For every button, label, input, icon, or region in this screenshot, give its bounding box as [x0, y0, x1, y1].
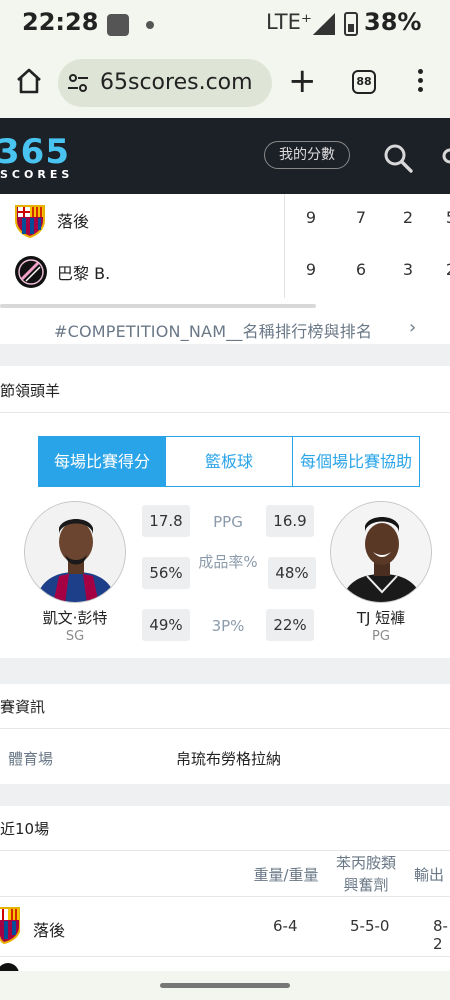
section-title: 近10場 — [0, 820, 50, 838]
browser-toolbar: 65scores.com + 88 — [0, 48, 450, 118]
stat-cell: 3 — [402, 260, 414, 279]
search-icon[interactable] — [382, 142, 414, 174]
column-header: 苯丙胺類興奮劑 — [335, 854, 396, 894]
left-stat-3p: 49% — [142, 609, 190, 641]
site-settings-icon[interactable] — [66, 71, 90, 95]
stat-cell: 8-2 — [433, 917, 448, 953]
site-header: 365 SCORES 我的分數 — [0, 118, 450, 194]
status-bar: 22:28 LTE⁺ 38% — [0, 0, 450, 48]
stat-cell: 5 — [436, 208, 450, 227]
last-10-games-card: 近10場 重量/重量 苯丙胺類興奮劑 輸出 落後 6-4 5-5-0 8-2 — [0, 806, 450, 971]
left-stat-ppg: 17.8 — [142, 505, 190, 537]
player-photo — [331, 502, 431, 602]
right-player-position: PG — [372, 629, 390, 644]
battery-percent: 38% — [364, 8, 422, 36]
column-header: 重量/重量 — [253, 866, 319, 884]
divider — [0, 850, 450, 851]
team-name[interactable]: 落後 — [33, 917, 65, 941]
table-row[interactable]: 巴黎 B. 9 6 3 2 — [0, 246, 450, 298]
player-avatar[interactable] — [24, 501, 126, 603]
left-stat-fg: 56% — [142, 557, 190, 589]
divider — [284, 246, 285, 298]
standings-table: 落後 9 7 2 5 巴黎 B. 9 6 3 2 — [0, 194, 450, 314]
right-player-name[interactable]: TJ 短褲 — [321, 607, 441, 628]
stat-cell: 9 — [305, 260, 317, 279]
competition-standings-link[interactable]: #COMPETITION_NAM__名稱排行榜與排名 › — [0, 314, 450, 344]
my-scores-button[interactable]: 我的分數 — [264, 141, 350, 169]
game-info-card: 賽資訊 體育場 帛琉布勞格拉納 — [0, 684, 450, 784]
stat-cell: 6-4 — [273, 917, 298, 935]
horizontal-scrollbar[interactable] — [0, 304, 316, 308]
divider — [0, 896, 450, 897]
left-player-name[interactable]: 凱文·彭特 — [15, 607, 135, 628]
stat-cell: 2 — [402, 208, 414, 227]
site-logo-subtitle: SCORES — [0, 168, 74, 181]
stat-cell: 7 — [355, 208, 367, 227]
player-photo — [25, 502, 125, 602]
settings-icon[interactable] — [440, 144, 450, 168]
left-player-position: SG — [65, 629, 85, 644]
barcelona-crest-icon — [15, 205, 45, 238]
new-tab-icon[interactable]: + — [288, 64, 317, 98]
url-text[interactable]: 65scores.com — [100, 70, 253, 95]
tab-assists[interactable]: 每個場比賽協助 — [293, 437, 419, 486]
right-stat-ppg: 16.9 — [266, 505, 314, 537]
column-header: 輸出 — [414, 866, 445, 884]
tab-count-button[interactable]: 88 — [352, 70, 376, 94]
player-avatar[interactable] — [330, 501, 432, 603]
stat-cell: 6 — [355, 260, 367, 279]
section-title: 節領頭羊 — [0, 382, 61, 400]
table-row[interactable]: 落後 9 7 2 5 — [0, 194, 450, 246]
stat-cell: 9 — [305, 208, 317, 227]
label-fg-pct: 成品率% — [198, 553, 258, 571]
status-time: 22:28 — [22, 8, 99, 36]
signal-icon — [313, 13, 335, 35]
address-bar[interactable]: 65scores.com — [58, 59, 272, 107]
site-logo[interactable]: 365 — [0, 132, 70, 172]
chevron-right-icon: › — [409, 317, 417, 338]
stat-cell: 2 — [436, 260, 450, 279]
divider — [0, 412, 450, 413]
network-label: LTE⁺ — [266, 10, 312, 34]
team-name: 巴黎 B. — [57, 264, 111, 283]
paris-basketball-crest-icon — [15, 256, 47, 288]
tab-points-per-game[interactable]: 每場比賽得分 — [39, 437, 166, 486]
info-value-venue[interactable]: 帛琉布勞格拉納 — [176, 748, 281, 769]
team-name: 落後 — [57, 212, 90, 231]
home-icon[interactable] — [14, 66, 44, 96]
leader-category-tabs: 每場比賽得分 籃板球 每個場比賽協助 — [38, 436, 420, 487]
battery-icon — [344, 12, 358, 36]
section-title: 賽資訊 — [0, 698, 46, 716]
label-3p-pct: 3P% — [211, 617, 245, 635]
divider — [0, 956, 450, 957]
notification-dot-icon — [146, 21, 154, 29]
label-ppg: PPG — [213, 513, 243, 531]
tab-rebounds[interactable]: 籃板球 — [166, 437, 293, 486]
info-label-venue: 體育場 — [8, 750, 54, 768]
system-navigation-bar — [0, 971, 450, 1000]
home-gesture-handle[interactable] — [160, 983, 290, 988]
divider — [0, 728, 450, 729]
divider — [284, 194, 285, 246]
paris-basketball-crest-icon — [0, 963, 19, 971]
more-menu-icon[interactable] — [418, 69, 424, 95]
right-stat-fg: 48% — [268, 557, 316, 589]
team-leaders-card: 節領頭羊 每場比賽得分 籃板球 每個場比賽協助 凱文·彭特 SG TJ 短褲 P… — [0, 366, 450, 658]
right-stat-3p: 22% — [266, 609, 314, 641]
competition-link-text: #COMPETITION_NAM__名稱排行榜與排名 — [54, 322, 373, 341]
barcelona-crest-icon — [0, 907, 20, 944]
stat-cell: 5-5-0 — [350, 917, 390, 935]
notification-icon — [107, 14, 129, 36]
